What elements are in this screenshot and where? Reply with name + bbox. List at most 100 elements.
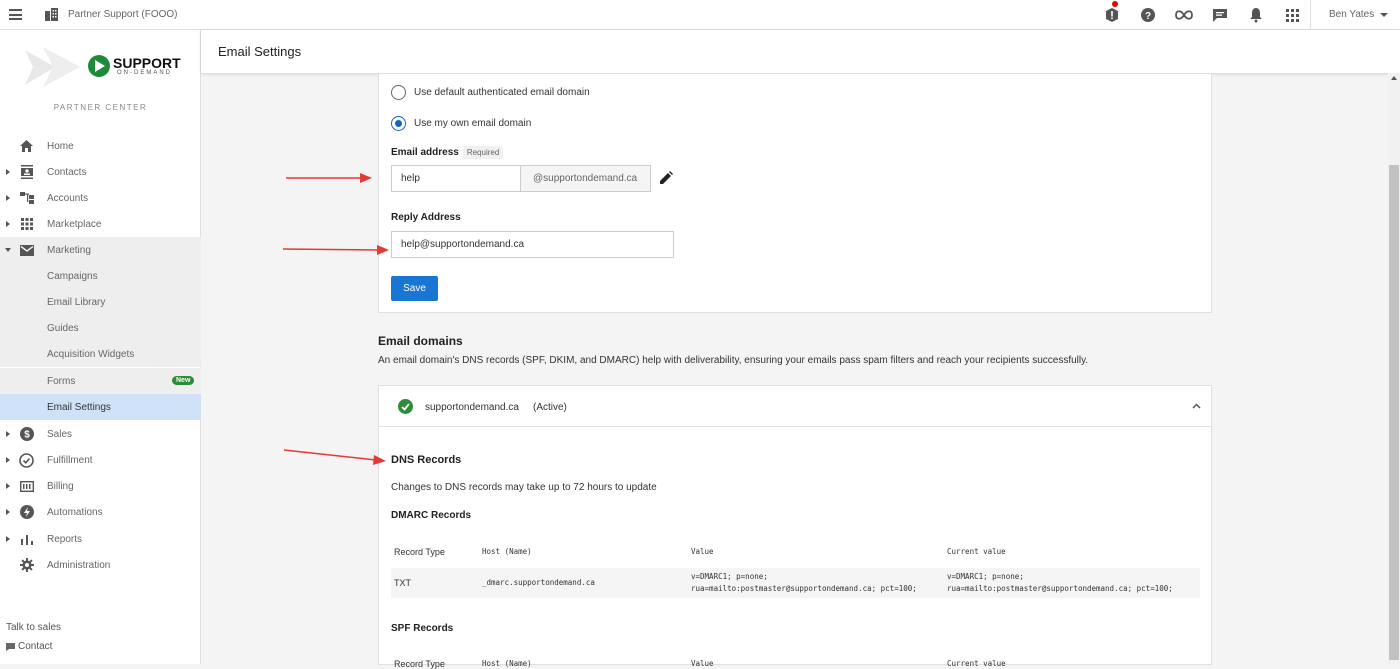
column-header-record-type: Record Type [394, 547, 445, 557]
sidebar-item-administration[interactable]: Administration [0, 552, 201, 578]
value-cell-line2: rua=mailto:postmaster@supportondemand.ca… [691, 584, 917, 593]
gear-icon [19, 558, 34, 573]
sidebar-item-email-settings[interactable]: Email Settings [0, 394, 201, 420]
help-icon[interactable]: ? [1130, 5, 1166, 25]
chevron-up-icon[interactable] [1192, 403, 1201, 409]
column-header-record-type: Record Type [394, 659, 445, 669]
pencil-icon[interactable] [659, 171, 673, 185]
chat-icon[interactable] [1202, 5, 1238, 25]
chevron-right-icon[interactable] [6, 509, 10, 515]
sidebar-item-label: Sales [47, 428, 73, 440]
chevron-down-icon[interactable] [1380, 13, 1388, 17]
sidebar-item-label: Email Library [47, 296, 106, 308]
chevron-right-icon[interactable] [6, 169, 10, 175]
chevron-right-icon[interactable] [6, 536, 10, 542]
dns-records-title: DNS Records [391, 454, 462, 466]
sidebar-item-sales[interactable]: $ Sales [0, 421, 201, 447]
email-domain-suffix: @supportondemand.ca [521, 165, 651, 192]
radio-default-domain[interactable]: Use default authenticated email domain [391, 85, 590, 100]
sidebar-item-label: Contacts [47, 166, 87, 178]
contact-link[interactable]: Contact [6, 641, 52, 652]
sidebar-item-accounts[interactable]: Accounts [0, 185, 201, 211]
chevron-right-icon[interactable] [6, 195, 10, 201]
talk-to-sales-link[interactable]: Talk to sales [6, 622, 61, 633]
partner-center-label: PARTNER CENTER [53, 103, 148, 112]
sidebar-item-label: Campaigns [47, 270, 98, 282]
logo-text: SUPPORT [113, 55, 181, 71]
dollar-icon: $ [19, 427, 34, 442]
chevron-right-icon[interactable] [6, 483, 10, 489]
chevron-right-icon[interactable] [6, 457, 10, 463]
column-header-current-value: Current value [947, 547, 1006, 556]
reply-address-input[interactable]: help@supportondemand.ca [391, 231, 674, 258]
user-name[interactable]: Ben Yates [1329, 9, 1374, 20]
radio-own-domain[interactable]: Use my own email domain [391, 116, 531, 131]
save-button[interactable]: Save [391, 276, 438, 301]
sidebar-item-marketing[interactable]: Marketing [0, 237, 201, 263]
scroll-up-icon[interactable] [1391, 76, 1397, 80]
radio-button-selected[interactable] [391, 116, 406, 131]
notification-dot [1112, 1, 1118, 7]
logo[interactable]: SUPPORT ON-DEMAND [25, 45, 185, 90]
sidebar-item-label: Acquisition Widgets [47, 348, 135, 360]
chevron-right-icon[interactable] [6, 431, 10, 437]
domain-status: (Active) [533, 402, 567, 413]
email-address-label: Email address Required [391, 146, 504, 159]
annotation-arrow [286, 173, 372, 183]
apps-grid-icon[interactable] [1274, 5, 1310, 25]
record-type-cell: TXT [394, 578, 411, 588]
radio-label: Use default authenticated email domain [414, 87, 590, 98]
sidebar-item-automations[interactable]: Automations [0, 499, 201, 525]
sidebar-item-acquisition-widgets[interactable]: Acquisition Widgets [0, 341, 201, 367]
sidebar-item-home[interactable]: Home [0, 133, 201, 159]
new-badge: New [172, 376, 195, 385]
sidebar-item-campaigns[interactable]: Campaigns [0, 263, 201, 289]
sidebar-item-email-library[interactable]: Email Library [0, 289, 201, 315]
contact-label: Contact [18, 641, 53, 652]
sidebar-item-label: Accounts [47, 192, 89, 204]
sidebar-item-label: Billing [47, 480, 74, 492]
domain-name: supportondemand.ca [425, 402, 519, 413]
sidebar-item-billing[interactable]: Billing [0, 473, 201, 499]
chevron-down-icon[interactable] [5, 248, 11, 252]
top-divider [1310, 0, 1311, 30]
home-icon [19, 139, 34, 154]
chevron-right-icon[interactable] [6, 221, 10, 227]
scrollbar-thumb[interactable] [1389, 165, 1399, 660]
domain-header-row[interactable]: supportondemand.ca (Active) [379, 386, 1211, 427]
chat-icon [6, 642, 15, 651]
radio-button[interactable] [391, 85, 406, 100]
email-local-part-input[interactable]: help [391, 165, 521, 192]
infinity-icon[interactable] [1166, 5, 1202, 25]
sidebar-item-guides[interactable]: Guides [0, 315, 201, 341]
bolt-icon [19, 505, 34, 520]
alert-icon[interactable] [1094, 1, 1130, 25]
dmarc-records-title: DMARC Records [391, 510, 472, 521]
dns-records-note: Changes to DNS records may take up to 72… [391, 482, 657, 493]
top-bar: Partner Support (FOOO) ? Ben Yates [0, 0, 1400, 30]
value-cell-line1: v=DMARC1; p=none; [691, 572, 768, 581]
accounts-icon [19, 191, 34, 206]
bell-icon[interactable] [1238, 5, 1274, 25]
svg-text:$: $ [24, 430, 30, 441]
sidebar-item-reports[interactable]: Reports [0, 526, 201, 552]
radio-label: Use my own email domain [414, 118, 532, 129]
host-cell: _dmarc.supportondemand.ca [482, 578, 595, 587]
org-name[interactable]: Partner Support (FOOO) [68, 9, 177, 20]
menu-icon[interactable] [9, 9, 22, 20]
email-domains-title: Email domains [378, 334, 463, 348]
check-circle-icon [398, 399, 413, 414]
page-title: Email Settings [218, 44, 302, 59]
sidebar-item-label: Reports [47, 533, 83, 545]
sidebar-item-contacts[interactable]: Contacts [0, 159, 201, 185]
current-value-cell-line1: v=DMARC1; p=none; [947, 572, 1024, 581]
sidebar-item-label: Administration [47, 559, 111, 571]
sidebar-item-forms[interactable]: Forms New [0, 368, 201, 394]
sidebar-item-label: Fulfillment [47, 454, 93, 466]
sidebar-item-label: Email Settings [47, 401, 111, 413]
current-value-cell-line2: rua=mailto:postmaster@supportondemand.ca… [947, 584, 1173, 593]
sidebar-item-label: Automations [47, 506, 103, 518]
sidebar-item-marketplace[interactable]: Marketplace [0, 211, 201, 237]
sidebar-item-fulfillment[interactable]: Fulfillment [0, 447, 201, 473]
email-domains-description: An email domain's DNS records (SPF, DKIM… [378, 355, 1089, 366]
